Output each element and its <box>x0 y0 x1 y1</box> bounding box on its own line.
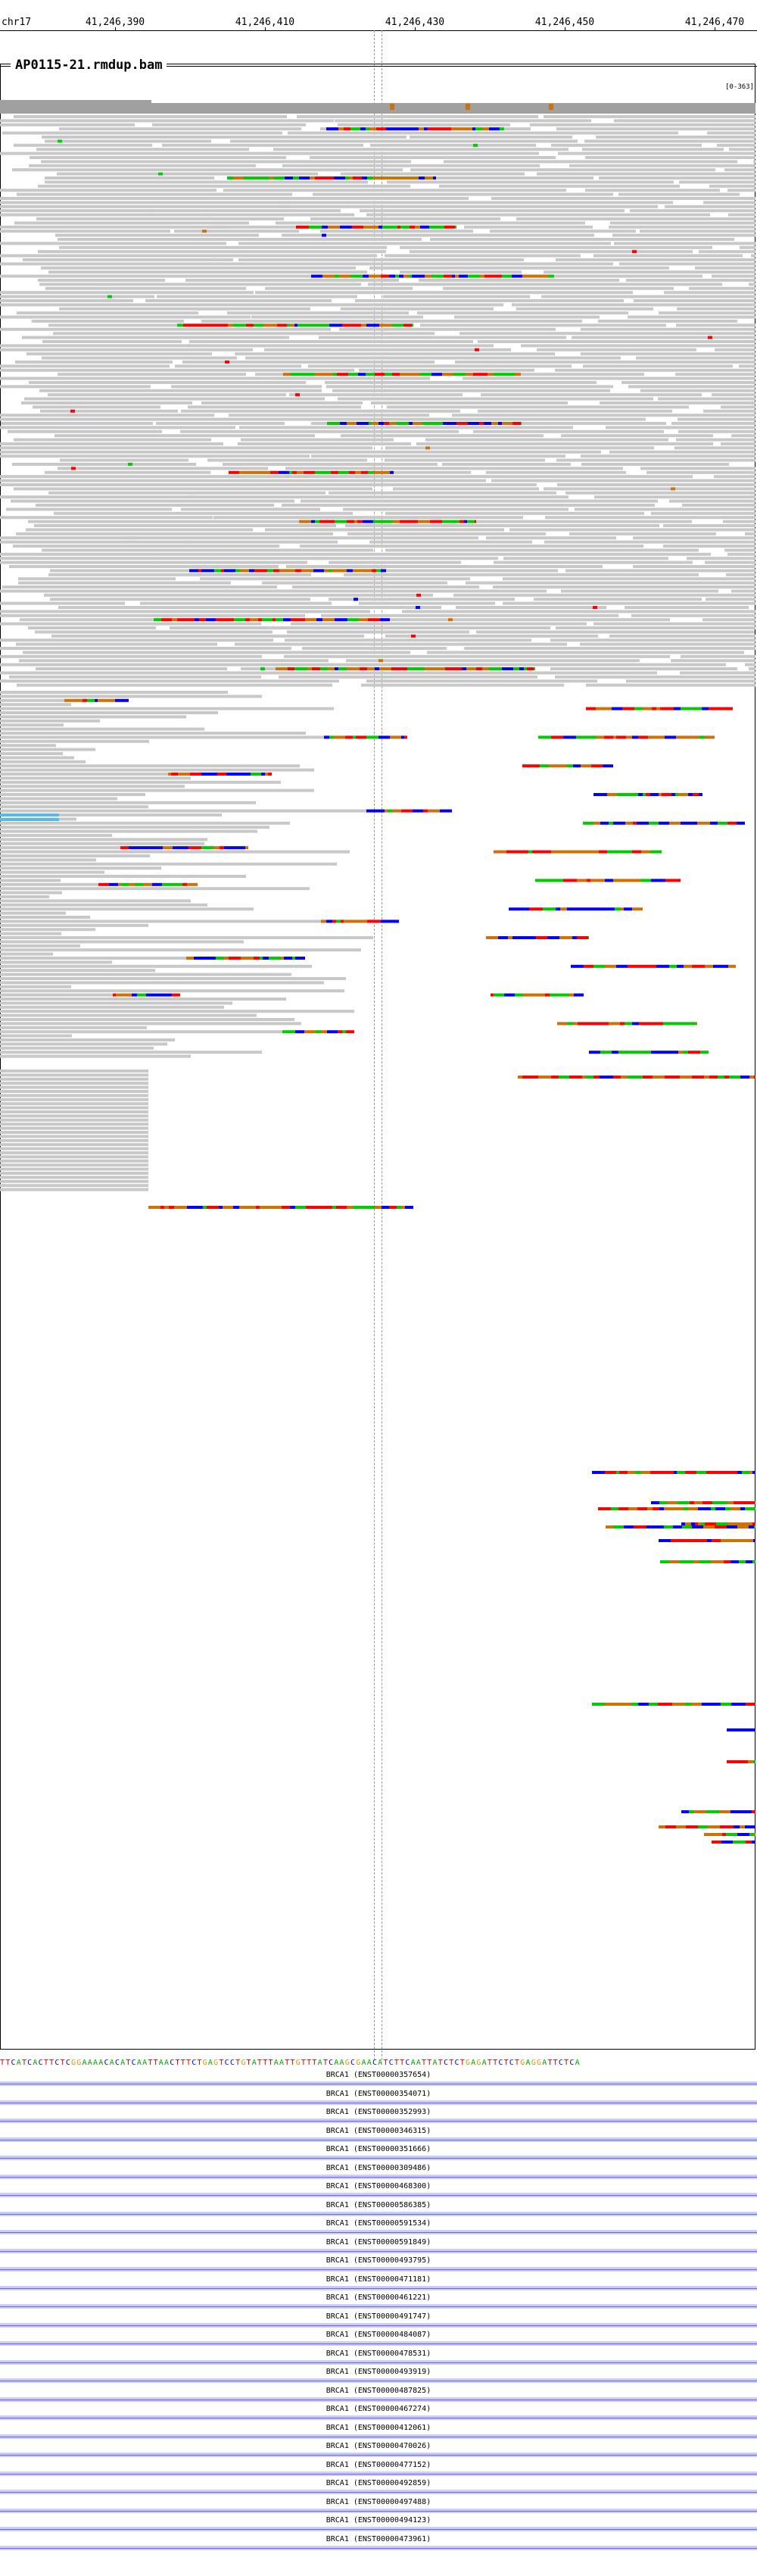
gene-feature[interactable]: BRCA1 (ENST00000477152) <box>0 2461 757 2480</box>
gene-feature[interactable]: BRCA1 (ENST00000473961) <box>0 2535 757 2554</box>
gene-label: BRCA1 (ENST00000491747) <box>326 2312 431 2321</box>
reference-sequence: TTCATCACTTCTCGGAAAACACATCAATTAACTTTCTGAG… <box>0 2059 581 2067</box>
gene-feature[interactable]: BRCA1 (ENST00000354071) <box>0 2090 757 2109</box>
gene-label: BRCA1 (ENST00000477152) <box>326 2460 431 2469</box>
gene-feature[interactable]: BRCA1 (ENST00000357654) <box>0 2071 757 2090</box>
gene-label: BRCA1 (ENST00000492859) <box>326 2479 431 2487</box>
gene-label: BRCA1 (ENST00000412061) <box>326 2423 431 2432</box>
gene-feature[interactable]: BRCA1 (ENST00000471181) <box>0 2275 757 2294</box>
gene-label: BRCA1 (ENST00000470026) <box>326 2442 431 2450</box>
gene-feature[interactable]: BRCA1 (ENST00000351666) <box>0 2145 757 2164</box>
gene-feature[interactable]: BRCA1 (ENST00000467274) <box>0 2405 757 2424</box>
ruler-tick-label: 41,246,390 <box>85 17 145 28</box>
gene-label: BRCA1 (ENST00000351666) <box>326 2145 431 2153</box>
gene-label: BRCA1 (ENST00000591849) <box>326 2237 431 2247</box>
ruler: chr17 41,246,390 41,246,410 41,246,430 4… <box>0 0 757 31</box>
gene-feature[interactable]: BRCA1 (ENST00000494123) <box>0 2516 757 2535</box>
gene-label: BRCA1 (ENST00000493795) <box>326 2256 431 2265</box>
gene-label: BRCA1 (ENST00000357654) <box>326 2071 431 2079</box>
gene-label: BRCA1 (ENST00000484087) <box>326 2331 431 2339</box>
chromosome-label: chr17 <box>2 17 32 28</box>
gene-feature[interactable]: BRCA1 (ENST00000497488) <box>0 2498 757 2517</box>
gene-label: BRCA1 (ENST00000352993) <box>326 2108 431 2116</box>
ruler-tick-label: 41,246,430 <box>385 17 445 28</box>
gene-feature[interactable]: BRCA1 (ENST00000468300) <box>0 2182 757 2201</box>
gene-feature[interactable]: BRCA1 (ENST00000591534) <box>0 2219 757 2238</box>
ruler-tick-label: 41,246,470 <box>684 17 745 28</box>
gene-feature[interactable]: BRCA1 (ENST00000309486) <box>0 2164 757 2183</box>
gene-label: BRCA1 (ENST00000468300) <box>326 2182 431 2190</box>
gene-label: BRCA1 (ENST00000591534) <box>326 2219 431 2228</box>
ruler-tick-label: 41,246,450 <box>534 17 595 28</box>
gene-label: BRCA1 (ENST00000471181) <box>326 2275 431 2284</box>
gene-feature[interactable]: BRCA1 (ENST00000591849) <box>0 2238 757 2257</box>
gene-label: BRCA1 (ENST00000309486) <box>326 2163 431 2172</box>
gene-feature[interactable]: BRCA1 (ENST00000470026) <box>0 2442 757 2461</box>
gene-feature[interactable]: BRCA1 (ENST00000412061) <box>0 2424 757 2443</box>
gene-feature[interactable]: BRCA1 (ENST00000461221) <box>0 2293 757 2312</box>
gene-label: BRCA1 (ENST00000473961) <box>326 2534 431 2543</box>
gene-feature[interactable]: BRCA1 (ENST00000346315) <box>0 2127 757 2146</box>
coverage-range: [0-363] <box>725 83 754 91</box>
gene-label: BRCA1 (ENST00000493919) <box>326 2368 431 2376</box>
gene-feature[interactable]: BRCA1 (ENST00000352993) <box>0 2108 757 2127</box>
gene-feature[interactable]: BRCA1 (ENST00000493795) <box>0 2256 757 2275</box>
gene-track[interactable]: BRCA1 (ENST00000357654) BRCA1 (ENST00000… <box>0 2071 757 2553</box>
ruler-axis <box>0 30 757 31</box>
gene-label: BRCA1 (ENST00000478531) <box>326 2349 431 2358</box>
gene-feature[interactable]: BRCA1 (ENST00000493919) <box>0 2368 757 2387</box>
gene-label: BRCA1 (ENST00000494123) <box>326 2516 431 2524</box>
gene-feature[interactable]: BRCA1 (ENST00000492859) <box>0 2479 757 2498</box>
gene-feature[interactable]: BRCA1 (ENST00000484087) <box>0 2331 757 2350</box>
gene-label: BRCA1 (ENST00000354071) <box>326 2089 431 2098</box>
gene-label: BRCA1 (ENST00000586385) <box>326 2200 431 2209</box>
ruler-tick-label: 41,246,410 <box>235 17 295 28</box>
gene-feature[interactable]: BRCA1 (ENST00000491747) <box>0 2312 757 2331</box>
gene-feature[interactable]: BRCA1 (ENST00000586385) <box>0 2201 757 2220</box>
gene-label: BRCA1 (ENST00000346315) <box>326 2126 431 2135</box>
gene-label: BRCA1 (ENST00000487825) <box>326 2386 431 2395</box>
read-pileup[interactable] <box>0 115 755 2047</box>
track-name[interactable]: AP0115-21.rmdup.bam <box>11 58 167 73</box>
gene-feature[interactable]: BRCA1 (ENST00000487825) <box>0 2387 757 2406</box>
gene-feature[interactable]: BRCA1 (ENST00000478531) <box>0 2350 757 2368</box>
gene-label: BRCA1 (ENST00000467274) <box>326 2405 431 2413</box>
gene-label: BRCA1 (ENST00000497488) <box>326 2497 431 2506</box>
coverage-histogram[interactable] <box>0 98 755 114</box>
gene-label: BRCA1 (ENST00000461221) <box>326 2293 431 2302</box>
